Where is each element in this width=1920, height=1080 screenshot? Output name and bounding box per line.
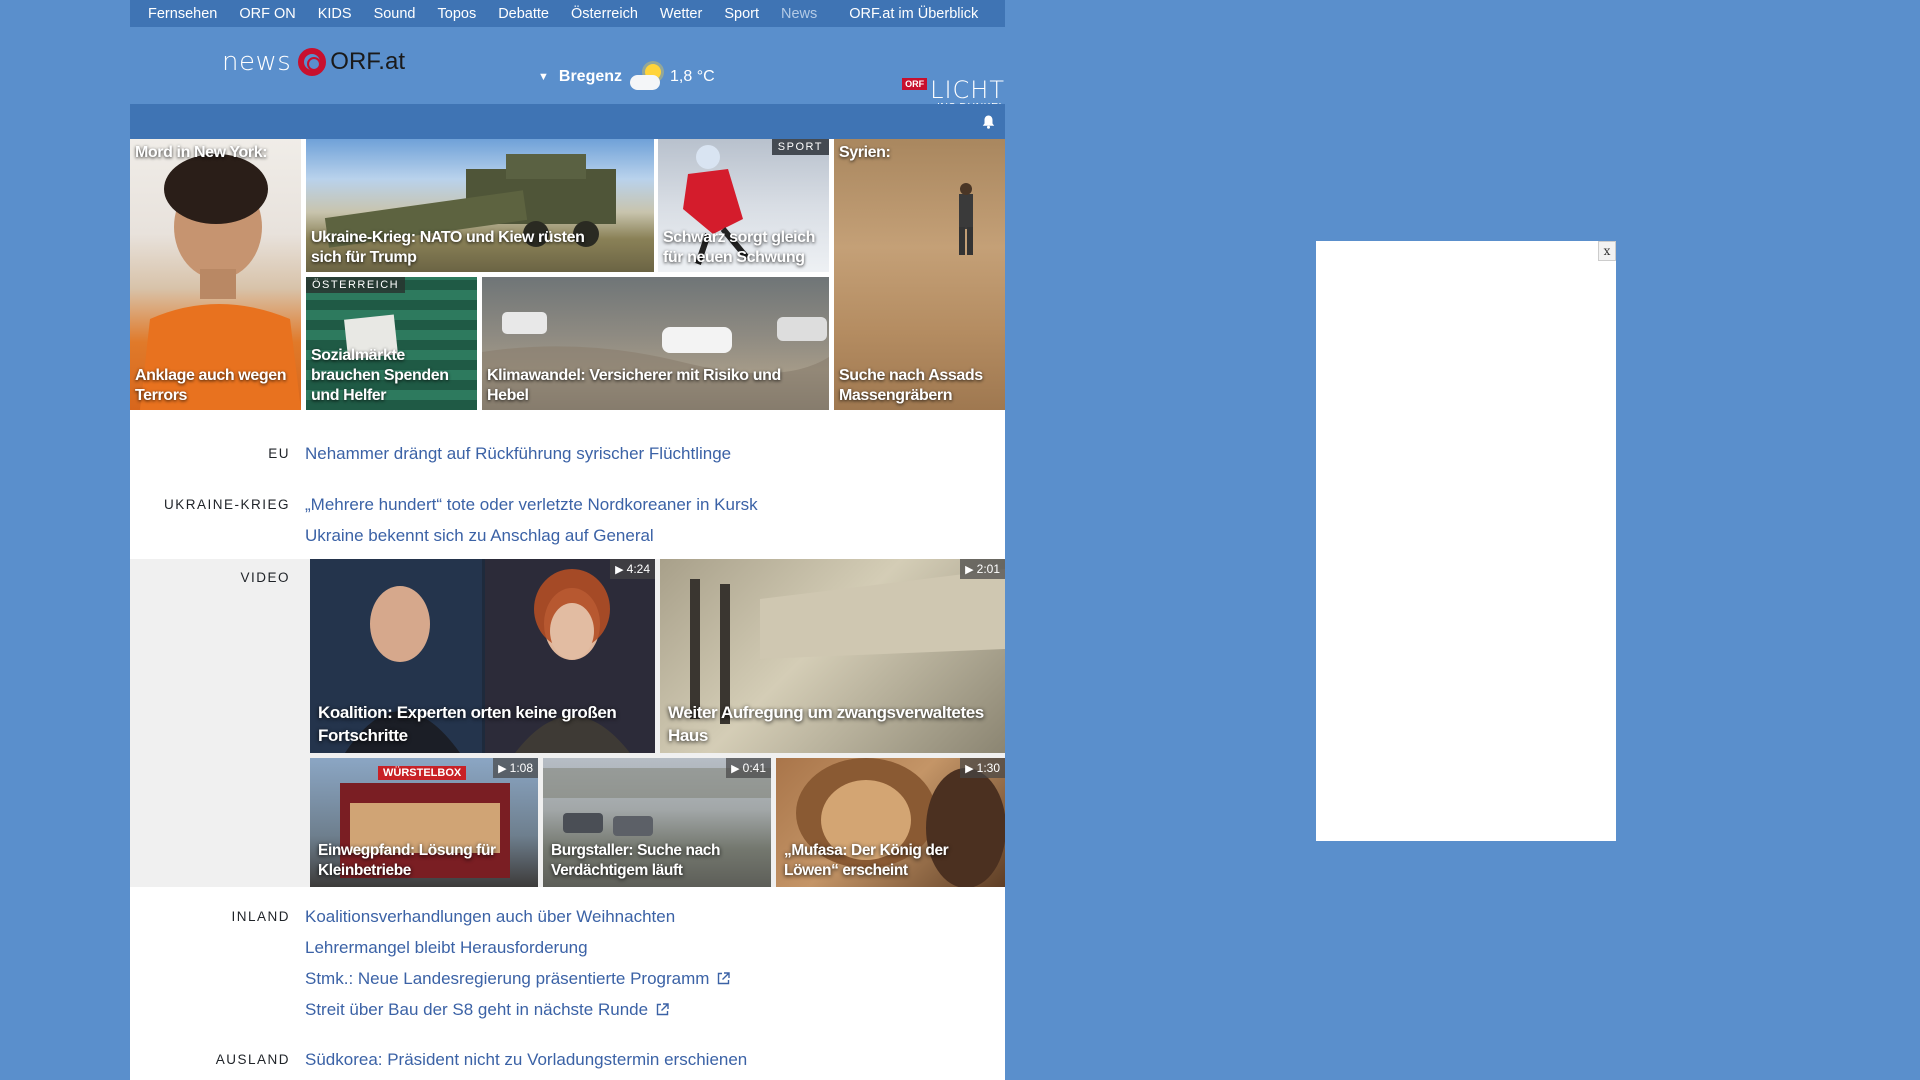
logo-news-text: news: [222, 47, 292, 77]
video-zwangsverwaltet[interactable]: 2:01 Weiter Aufregung um zwangsverwaltet…: [660, 559, 1005, 753]
section-label: INLAND: [231, 909, 290, 924]
teaser-kicker: Mord in New York:: [135, 144, 268, 161]
headline-text: Streit über Bau der S8 geht in nächste R…: [305, 1000, 649, 1019]
video-koalition[interactable]: 4:24 Koalition: Experten orten keine gro…: [310, 559, 655, 753]
video-caption: Koalition: Experten orten keine großen F…: [318, 703, 617, 745]
teaser-syrien[interactable]: Syrien: Suche nach Assads Massengräbern: [834, 139, 1005, 410]
site-header: news ORF.at ▼ Bregenz 1,8 °C ORFLICHT IN…: [130, 27, 1005, 113]
teaser-kicker: Syrien:: [839, 144, 891, 161]
teaser-klimawandel[interactable]: Klimawandel: Versicherer mit Risiko und …: [482, 277, 829, 410]
orf-badge: ORF: [902, 78, 928, 90]
teaser-caption: Klimawandel: Versicherer mit Risiko und …: [487, 367, 781, 404]
nav-orf-ueberblick[interactable]: ORF.at im Überblick: [849, 6, 978, 22]
nav-kids[interactable]: KIDS: [318, 6, 352, 22]
teaser-caption: Anklage auch wegen Terrors: [135, 367, 287, 404]
video-duration: 1:08: [493, 758, 538, 778]
section-eu: EU Nehammer drängt auf Rückführung syris…: [130, 414, 1005, 469]
nav-news[interactable]: News: [781, 6, 817, 22]
headline-link[interactable]: Lehrermangel bleibt Herausforderung: [305, 932, 1005, 963]
video-duration: 0:41: [726, 758, 771, 778]
news-orf-logo[interactable]: news ORF.at: [222, 47, 405, 77]
news-content: EU Nehammer drängt auf Rückführung syris…: [130, 414, 1005, 1080]
video-grid: 4:24 Koalition: Experten orten keine gro…: [305, 559, 1005, 887]
page-column: Fernsehen ORF ON KIDS Sound Topos Debatt…: [130, 0, 1005, 1080]
section-items: „Mehrere hundert“ tote oder verletzte No…: [305, 489, 1005, 551]
section-tag-oesterreich: ÖSTERREICH: [306, 277, 406, 293]
video-caption: Weiter Aufregung um zwangsverwaltetes Ha…: [668, 703, 984, 745]
orf-eye-icon: [298, 48, 327, 76]
section-video: VIDEO 4:24 Koalition: Experte: [130, 559, 1005, 887]
toolbar-bar: [130, 104, 1005, 139]
teaser-caption: Suche nach Assads Massengräbern: [839, 367, 983, 404]
external-link-icon: [656, 1003, 669, 1016]
section-label: UKRAINE-KRIEG: [163, 497, 290, 512]
weather-widget[interactable]: ▼ Bregenz 1,8 °C: [538, 64, 715, 90]
headline-link[interactable]: Nehammer drängt auf Rückführung syrische…: [305, 438, 1005, 469]
video-duration: 2:01: [960, 559, 1005, 579]
video-einwegpfand[interactable]: WÜRSTELBOX 1:08 Einwegpfand: Lösung für …: [310, 758, 538, 887]
section-items: Südkorea: Präsident nicht zu Vorladungst…: [305, 1044, 1005, 1080]
section-items: Nehammer drängt auf Rückführung syrische…: [305, 438, 1005, 469]
headline-link[interactable]: „Mehrere hundert“ tote oder verletzte No…: [305, 489, 1005, 520]
section-ausland: AUSLAND Südkorea: Präsident nicht zu Vor…: [130, 1025, 1005, 1080]
logo-orf: ORF: [330, 48, 379, 75]
logo-orf-text: ORF.at: [330, 48, 405, 76]
wuerstelbox-sign: WÜRSTELBOX: [378, 766, 467, 780]
teaser-sport-schwarz[interactable]: SPORT Schwarz sorgt gleich für neuen Sch…: [658, 139, 829, 272]
section-inland: INLAND Koalitionsverhandlungen auch über…: [130, 887, 1005, 1025]
teaser-sozialmaerkte[interactable]: ÖSTERREICH Sozialmärkte brauchen Spenden…: [306, 277, 477, 410]
teaser-mord-new-york[interactable]: Mord in New York: Anklage auch wegen Ter…: [130, 139, 301, 410]
dropdown-triangle-icon[interactable]: ▼: [538, 71, 549, 83]
video-caption: Einwegpfand: Lösung für Kleinbetriebe: [318, 842, 496, 879]
video-mufasa[interactable]: 1:30 „Mufasa: Der König der Löwen“ ersch…: [776, 758, 1005, 887]
video-duration: 1:30: [960, 758, 1005, 778]
section-label: VIDEO: [240, 570, 290, 585]
licht-title: LICHT: [930, 76, 1005, 104]
top-teaser-grid: Mord in New York: Anklage auch wegen Ter…: [130, 139, 1005, 414]
teaser-caption: Sozialmärkte brauchen Spenden und Helfer: [311, 347, 449, 404]
ad-close-button[interactable]: x: [1598, 241, 1616, 261]
nav-wetter[interactable]: Wetter: [660, 6, 702, 22]
section-label: EU: [268, 446, 290, 461]
nav-orf-on[interactable]: ORF ON: [239, 6, 295, 22]
top-navigation: Fernsehen ORF ON KIDS Sound Topos Debatt…: [130, 0, 1005, 27]
headline-link[interactable]: Ukraine bekennt sich zu Anschlag auf Gen…: [305, 520, 1005, 551]
logo-at: .at: [378, 48, 405, 75]
nav-sport[interactable]: Sport: [724, 6, 759, 22]
nav-sound[interactable]: Sound: [374, 6, 416, 22]
teaser-caption: Ukraine-Krieg: NATO und Kiew rüsten sich…: [311, 229, 585, 266]
section-label: AUSLAND: [215, 1052, 290, 1067]
nav-fernsehen[interactable]: Fernsehen: [148, 6, 217, 22]
external-link-icon: [718, 972, 731, 985]
nav-oesterreich[interactable]: Österreich: [571, 6, 638, 22]
section-items: Koalitionsverhandlungen auch über Weihna…: [305, 901, 1005, 1025]
weather-temperature: 1,8 °C: [670, 68, 715, 85]
headline-link-external[interactable]: Streit über Bau der S8 geht in nächste R…: [305, 994, 1005, 1025]
weather-city: Bregenz: [558, 68, 623, 85]
teaser-ukraine-krieg[interactable]: Ukraine-Krieg: NATO und Kiew rüsten sich…: [306, 139, 654, 272]
nav-topos[interactable]: Topos: [438, 6, 477, 22]
ad-banner: x: [1316, 241, 1616, 841]
section-tag-sport: SPORT: [771, 139, 829, 155]
headline-text: Stmk.: Neue Landesregierung präsentierte…: [305, 969, 710, 988]
section-ukraine-krieg: UKRAINE-KRIEG „Mehrere hundert“ tote ode…: [130, 469, 1005, 559]
headline-link[interactable]: Südkorea: Präsident nicht zu Vorladungst…: [305, 1044, 1005, 1075]
video-caption: Burgstaller: Suche nach Verdächtigem läu…: [551, 842, 721, 879]
video-caption: „Mufasa: Der König der Löwen“ erscheint: [784, 842, 949, 879]
video-burgstaller[interactable]: 0:41 Burgstaller: Suche nach Verdächtige…: [543, 758, 771, 887]
headline-link[interactable]: Koalitionsverhandlungen auch über Weihna…: [305, 901, 1005, 932]
teaser-caption: Schwarz sorgt gleich für neuen Schwung: [663, 229, 816, 266]
video-duration: 4:24: [610, 559, 655, 579]
partly-cloudy-icon: [630, 64, 664, 90]
bell-icon[interactable]: [982, 115, 995, 129]
headline-link-external[interactable]: Stmk.: Neue Landesregierung präsentierte…: [305, 963, 1005, 994]
nav-debatte[interactable]: Debatte: [498, 6, 549, 22]
